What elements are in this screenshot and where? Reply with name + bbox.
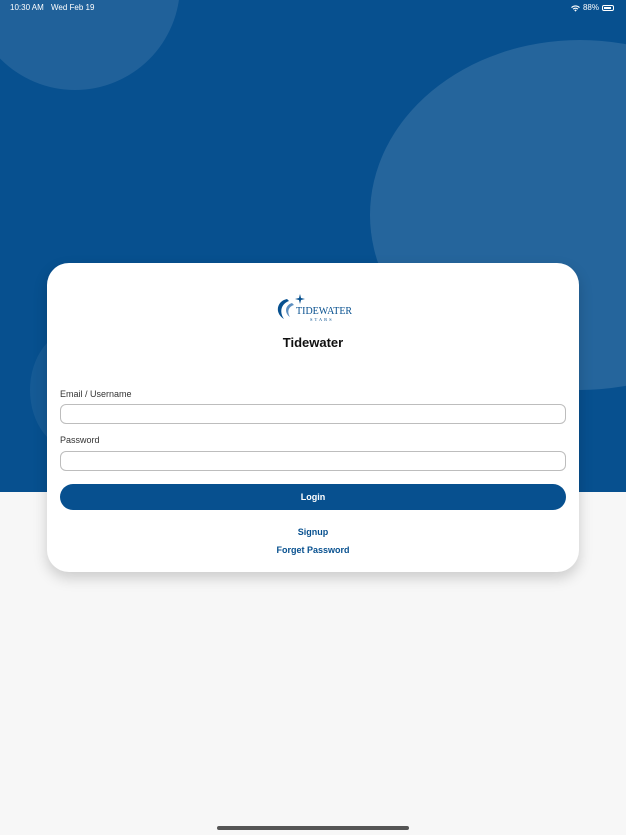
signup-link[interactable]: Signup [47,527,579,537]
logo-sub-text: STARS [310,317,334,322]
status-time: 10:30 AM [10,3,44,12]
tidewater-logo: TIDEWATER STARS [277,294,352,322]
password-label: Password [60,435,100,445]
wifi-icon [571,4,580,12]
password-input[interactable] [60,451,566,471]
status-bar: 10:30 AM Wed Feb 19 88% [0,0,626,16]
home-indicator[interactable] [217,826,409,830]
email-label: Email / Username [60,389,132,399]
logo-brand-text: TIDEWATER [296,306,352,317]
forgot-password-link[interactable]: Forget Password [47,545,579,555]
status-date: Wed Feb 19 [51,3,95,12]
email-input[interactable] [60,404,566,424]
login-card: TIDEWATER STARS Tidewater Email / Userna… [47,263,579,572]
battery-percent: 88% [582,3,599,12]
app-title: Tidewater [282,335,344,350]
status-right: 88% [571,0,614,16]
battery-icon [602,5,614,11]
login-button[interactable]: Login [60,484,566,510]
